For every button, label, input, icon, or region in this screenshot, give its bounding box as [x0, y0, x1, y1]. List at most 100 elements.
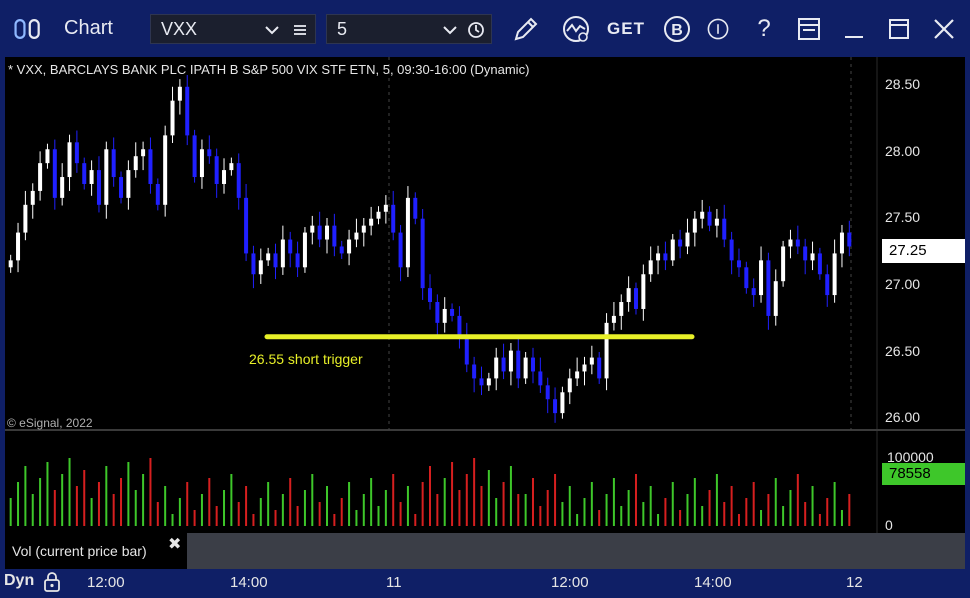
volume-bar	[502, 482, 505, 526]
volume-bar	[664, 498, 667, 526]
link-toggle-icon[interactable]	[12, 13, 44, 45]
volume-bar	[112, 494, 115, 526]
candle-body	[67, 142, 72, 178]
candle-body	[656, 253, 661, 261]
volume-bar	[370, 478, 373, 526]
current-volume-badge: 78558	[882, 463, 965, 485]
price-candles	[8, 74, 852, 423]
lock-icon[interactable]	[43, 571, 61, 598]
help-icon[interactable]: ?	[748, 13, 780, 45]
candle-body	[258, 260, 263, 275]
volume-bar	[568, 486, 571, 526]
chart-title: * VXX, BARCLAYS BANK PLC IPATH B S&P 500…	[8, 62, 530, 77]
volume-bar	[583, 498, 586, 526]
candle-body	[383, 204, 388, 212]
candle-body	[376, 211, 381, 219]
candle-body	[16, 232, 21, 261]
candle-body	[111, 149, 116, 178]
candle-body	[472, 364, 477, 379]
candle-body	[317, 225, 322, 240]
candle-body	[810, 253, 815, 261]
volume-bar	[406, 486, 409, 526]
candle-body	[604, 322, 609, 379]
chevron-down-icon[interactable]	[441, 20, 459, 40]
time-tick: 14:00	[230, 574, 268, 591]
candle-body	[825, 274, 830, 296]
volume-bar	[296, 506, 299, 526]
volume-bar	[686, 494, 689, 526]
candle-body	[133, 156, 138, 171]
candle-body	[163, 135, 168, 205]
volume-bar	[730, 486, 733, 526]
page-icon[interactable]	[793, 13, 825, 45]
trigger-annotation[interactable]: 26.55 short trigger	[249, 351, 363, 367]
candle-body	[781, 246, 786, 282]
volume-bar	[39, 478, 42, 526]
chart-canvas[interactable]	[5, 57, 965, 569]
axis-mode-label[interactable]: Dyn	[4, 572, 34, 590]
volume-bar	[9, 498, 12, 526]
candle-body	[420, 218, 425, 289]
close-panel-icon[interactable]: ✖	[168, 534, 181, 554]
candle-body	[560, 392, 565, 414]
candle-body	[744, 267, 749, 289]
volume-bar	[24, 466, 27, 526]
volume-bar	[701, 506, 704, 526]
time-axis[interactable]: Dyn 12:00 14:00 11 12:00 14:00 12	[0, 569, 970, 595]
title-bar: Chart VXX 5 GET B ?	[0, 0, 970, 57]
interval-value: 5	[337, 19, 348, 39]
candle-body	[516, 350, 521, 379]
candle-body	[766, 260, 771, 316]
volume-bar	[267, 482, 270, 526]
price-tick: 28.50	[885, 76, 921, 92]
volume-bar	[362, 494, 365, 526]
candle-body	[398, 232, 403, 268]
volume-bar	[97, 482, 100, 526]
volume-bar	[178, 498, 181, 526]
interval-selector[interactable]: 5	[326, 14, 492, 44]
chevron-down-icon[interactable]	[263, 20, 281, 40]
candle-body	[96, 170, 101, 205]
candle-body	[803, 246, 808, 261]
maximize-icon[interactable]	[883, 13, 915, 45]
candle-body	[479, 378, 484, 386]
clock-icon[interactable]	[467, 20, 485, 40]
candle-body	[450, 308, 455, 316]
time-tick: 14:00	[694, 574, 732, 591]
candle-body	[405, 197, 410, 268]
candle-body	[280, 239, 285, 268]
volume-bar	[789, 490, 792, 526]
volume-bar	[620, 506, 623, 526]
volume-bar	[539, 506, 542, 526]
volume-bars	[9, 458, 851, 526]
study-icon[interactable]	[560, 13, 592, 45]
timer-icon[interactable]	[706, 13, 730, 45]
volume-bar	[612, 478, 615, 526]
close-icon[interactable]	[928, 13, 960, 45]
volume-bar	[576, 514, 579, 526]
volume-bar	[649, 486, 652, 526]
candle-body	[369, 218, 374, 226]
get-icon[interactable]: GET	[607, 13, 644, 45]
volume-bar	[465, 474, 468, 526]
candle-body	[714, 218, 719, 226]
volume-bar	[142, 474, 145, 526]
candle-body	[332, 225, 337, 247]
volume-bar	[274, 510, 277, 526]
symbol-list-icon[interactable]	[291, 20, 309, 40]
volume-bar	[458, 490, 461, 526]
minimize-icon[interactable]	[838, 13, 870, 45]
price-tick: 27.50	[885, 209, 921, 225]
candle-body	[361, 225, 366, 233]
volume-bar	[208, 478, 211, 526]
volume-bar	[480, 486, 483, 526]
chart-area[interactable]: * VXX, BARCLAYS BANK PLC IPATH B S&P 500…	[5, 57, 965, 569]
bars-icon[interactable]: B	[661, 13, 693, 45]
volume-bar	[767, 494, 770, 526]
candle-body	[508, 350, 513, 372]
volume-bar	[171, 514, 174, 526]
candle-body	[759, 260, 764, 296]
symbol-selector[interactable]: VXX	[150, 14, 316, 44]
volume-bar	[318, 502, 321, 526]
pencil-icon[interactable]	[510, 13, 542, 45]
